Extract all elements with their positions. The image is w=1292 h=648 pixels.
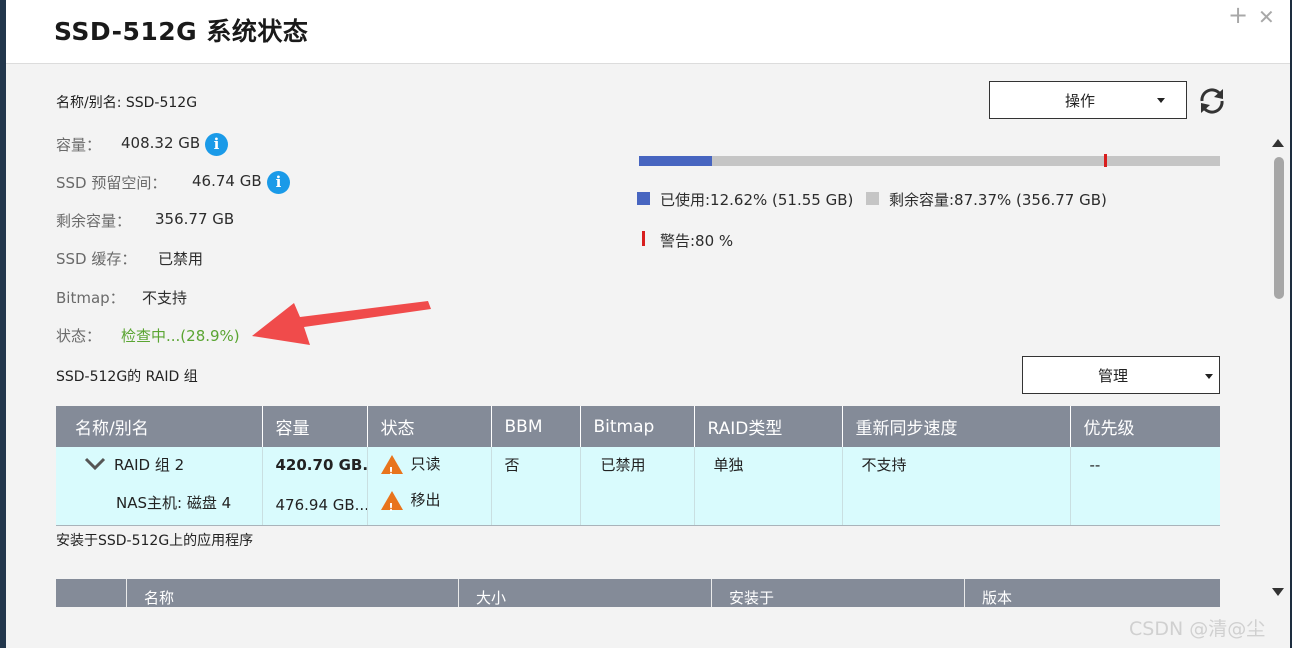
operate-dropdown[interactable]: 操作	[989, 81, 1187, 119]
column-header-capacity[interactable]: 容量	[262, 406, 368, 447]
column-header-name[interactable]: 名称/别名	[56, 406, 263, 447]
column-header-raid-type[interactable]: RAID类型	[694, 406, 843, 447]
manage-dropdown[interactable]: 管理	[1022, 356, 1220, 394]
warning-icon: !	[380, 491, 403, 513]
close-icon[interactable]: ✕	[1258, 4, 1275, 30]
bitmap-cell-value: 已禁用	[600, 456, 646, 474]
raid-group-name: RAID 组 2	[114, 456, 185, 474]
chevron-down-icon[interactable]	[84, 457, 106, 471]
member-disk-capacity: 476.94 GB...	[275, 496, 367, 514]
column-header-app-size[interactable]: 大小	[458, 579, 711, 607]
raid-group-name-cell: RAID 组 2	[84, 455, 262, 475]
chevron-down-icon	[1157, 98, 1165, 103]
bbm-value: 否	[504, 456, 520, 474]
priority-value: --	[1089, 456, 1101, 474]
status-label: 状态：	[56, 327, 102, 345]
usage-bar	[639, 154, 1220, 167]
manage-dropdown-label: 管理	[1098, 366, 1129, 385]
capacity-label: 容量：	[56, 136, 102, 154]
raid-section-title: SSD-512G的 RAID 组	[56, 369, 198, 385]
ssd-cache-label: SSD 缓存：	[56, 250, 137, 268]
warning-legend-text: 警告:80 %	[660, 232, 734, 250]
ssd-cache-value: 已禁用	[158, 250, 204, 268]
free-legend-text: 剩余容量:87.37% (356.77 GB)	[889, 191, 1107, 209]
storage-status-dialog: SSD-512G 系统状态 + ✕ 名称/别名: SSD-512G 容量： 40…	[6, 0, 1290, 648]
dialog-titlebar: SSD-512G 系统状态 + ✕	[6, 0, 1290, 64]
member-disk-status: 移出	[410, 491, 441, 509]
bitmap-value: 不支持	[142, 289, 188, 307]
info-icon[interactable]: i	[267, 171, 290, 194]
add-icon[interactable]: +	[1228, 2, 1248, 28]
raid-group-table: 名称/别名 容量 状态 BBM Bitmap RAID类型 重新同步速度 优先级…	[56, 406, 1220, 526]
bitmap-label: Bitmap：	[56, 289, 125, 307]
annotation-arrow-icon	[252, 301, 431, 345]
name-alias-text: 名称/别名: SSD-512G	[56, 95, 198, 111]
watermark-text: CSDN @清@尘	[1129, 618, 1266, 640]
warning-legend-swatch	[642, 231, 645, 246]
resync-speed-value: 不支持	[861, 456, 907, 474]
column-header-version[interactable]: 版本	[964, 579, 1220, 607]
column-header-app-name[interactable]: 名称	[126, 579, 458, 607]
column-header-resync-speed[interactable]: 重新同步速度	[842, 406, 1071, 447]
ssd-reserved-value: 46.74 GB	[192, 172, 262, 190]
apps-section-title: 安装于SSD-512G上的应用程序	[56, 533, 254, 549]
free-capacity-value: 356.77 GB	[155, 210, 235, 228]
status-value: 检查中...(28.9%)	[121, 327, 240, 345]
dialog-title: SSD-512G 系统状态	[54, 17, 309, 46]
free-legend-swatch	[866, 192, 879, 205]
column-header-priority[interactable]: 优先级	[1070, 406, 1220, 447]
member-disk-name: NAS主机: 磁盘 4	[116, 494, 232, 512]
capacity-value: 408.32 GB	[121, 134, 201, 152]
used-legend-swatch	[637, 192, 650, 205]
column-header-status[interactable]: 状态	[367, 406, 492, 447]
refresh-icon[interactable]	[1196, 84, 1228, 118]
column-header-installed-on[interactable]: 安装于	[711, 579, 964, 607]
used-legend-text: 已使用:12.62% (51.55 GB)	[660, 191, 854, 209]
column-header-bitmap[interactable]: Bitmap	[580, 406, 695, 447]
ssd-reserved-label: SSD 预留空间：	[56, 174, 167, 192]
raid-table-header: 名称/别名 容量 状态 BBM Bitmap RAID类型 重新同步速度 优先级	[56, 406, 1220, 447]
table-row[interactable]: RAID 组 2 NAS主机: 磁盘 4 420.70 GB... 476.94…	[56, 447, 1220, 526]
raid-group-status: 只读	[410, 455, 441, 473]
apps-table-header: 名称 大小 安装于 版本	[56, 579, 1220, 607]
column-header-bbm[interactable]: BBM	[491, 406, 581, 447]
warning-icon: !	[380, 455, 403, 477]
usage-bar-used	[639, 156, 712, 166]
raid-group-capacity: 420.70 GB...	[275, 456, 367, 474]
raid-type-value: 单独	[713, 456, 744, 474]
operate-dropdown-label: 操作	[1065, 91, 1096, 110]
free-capacity-label: 剩余容量：	[56, 212, 132, 230]
chevron-down-icon	[1205, 374, 1213, 379]
info-icon[interactable]: i	[205, 133, 228, 156]
scroll-up-arrow-icon[interactable]	[1272, 139, 1284, 147]
vertical-scrollbar-thumb[interactable]	[1274, 157, 1284, 299]
scroll-down-arrow-icon[interactable]	[1272, 588, 1284, 596]
usage-bar-warning-marker	[1104, 154, 1107, 167]
